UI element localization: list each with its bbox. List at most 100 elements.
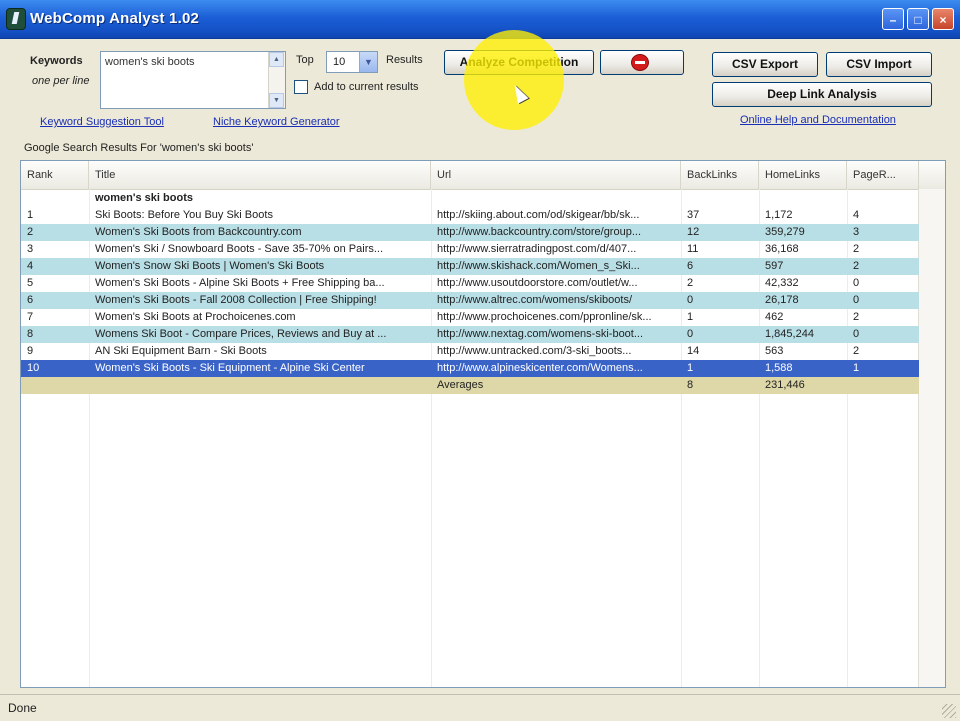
cell-title: Women's Ski Boots - Fall 2008 Collection…	[95, 294, 377, 306]
csv-import-button[interactable]: CSV Import	[826, 52, 932, 77]
column-header-backlinks[interactable]: BackLinks	[681, 161, 759, 189]
cell-backlinks: 14	[687, 345, 700, 357]
column-header-homelinks[interactable]: HomeLinks	[759, 161, 847, 189]
scroll-down-icon[interactable]: ▼	[269, 93, 284, 108]
cell-homelinks: 26,178	[765, 294, 799, 306]
niche-keyword-link[interactable]: Niche Keyword Generator	[213, 116, 340, 128]
csv-export-button[interactable]: CSV Export	[712, 52, 818, 77]
cell-pagerank: 2	[853, 345, 860, 357]
averages-homelinks: 231,446	[765, 379, 805, 391]
cell-url: http://www.altrec.com/womens/skiboots/	[437, 294, 633, 306]
title-bar[interactable]: WebComp Analyst 1.02 – □ ×	[0, 0, 960, 39]
table-row[interactable]: 5 Women's Ski Boots - Alpine Ski Boots + …	[21, 275, 919, 292]
column-header-pagerank[interactable]: PageR...	[847, 161, 919, 189]
cell-url: http://www.prochoicenes.com/ppronline/sk…	[437, 311, 652, 323]
table-row[interactable]: 1 Ski Boots: Before You Buy Ski Boots http…	[21, 207, 919, 224]
table-row[interactable]: 3 Women's Ski / Snowboard Boots - Save 35…	[21, 241, 919, 258]
table-row[interactable]: 4 Women's Snow Ski Boots | Women's Ski Bo…	[21, 258, 919, 275]
add-to-current-checkbox[interactable]	[294, 80, 308, 94]
top-label: Top	[296, 54, 314, 66]
cell-pagerank: 0	[853, 328, 860, 340]
cell-homelinks: 359,279	[765, 226, 805, 238]
cell-rank: 3	[27, 243, 34, 255]
status-text: Done	[8, 701, 37, 715]
averages-row: Averages 8 231,446	[21, 377, 919, 394]
cell-backlinks: 1	[687, 311, 694, 323]
keywords-input[interactable]: women's ski boots ▲ ▼	[100, 51, 286, 109]
table-row[interactable]: 2 Women's Ski Boots from Backcountry.com h…	[21, 224, 919, 241]
cell-title: Women's Ski / Snowboard Boots - Save 35-…	[95, 243, 384, 255]
table-row[interactable]: 10 Women's Ski Boots - Ski Equipment - Al…	[21, 360, 919, 377]
window-title: WebComp Analyst 1.02	[30, 10, 200, 27]
cell-title: Womens Ski Boot - Compare Prices, Review…	[95, 328, 387, 340]
maximize-button[interactable]: □	[907, 8, 929, 30]
close-button[interactable]: ×	[932, 8, 954, 30]
resize-grip-icon[interactable]	[942, 704, 956, 718]
chevron-down-icon[interactable]: ▼	[359, 52, 377, 72]
cell-homelinks: 462	[765, 311, 784, 323]
keywords-scrollbar[interactable]: ▲ ▼	[268, 52, 285, 108]
cell-pagerank: 1	[853, 362, 860, 374]
column-header-title[interactable]: Title	[89, 161, 431, 189]
keywords-hint: one per line	[32, 75, 90, 87]
cell-pagerank: 2	[853, 260, 860, 272]
scroll-up-icon[interactable]: ▲	[269, 52, 284, 67]
cell-backlinks: 12	[687, 226, 700, 238]
status-bar: Done	[0, 694, 960, 721]
help-link[interactable]: Online Help and Documentation	[740, 114, 896, 126]
cell-homelinks: 36,168	[765, 243, 799, 255]
cell-rank: 4	[27, 260, 34, 272]
column-header-rank[interactable]: Rank	[21, 161, 89, 189]
minimize-button[interactable]: –	[882, 8, 904, 30]
keywords-label: Keywords	[30, 55, 83, 67]
cell-url: http://www.untracked.com/3-ski_boots...	[437, 345, 632, 357]
cell-url: http://skiing.about.com/od/skigear/bb/sk…	[437, 209, 640, 221]
cell-pagerank: 3	[853, 226, 860, 238]
cell-title: Ski Boots: Before You Buy Ski Boots	[95, 209, 273, 221]
cell-title: AN Ski Equipment Barn - Ski Boots	[95, 345, 267, 357]
cell-url: http://www.backcountry.com/store/group..…	[437, 226, 641, 238]
cell-homelinks: 1,845,244	[765, 328, 814, 340]
cell-backlinks: 2	[687, 277, 694, 289]
cell-url: http://www.nextag.com/womens-ski-boot...	[437, 328, 644, 340]
cell-homelinks: 563	[765, 345, 784, 357]
averages-label: Averages	[437, 379, 484, 391]
cell-title: Women's Ski Boots - Alpine Ski Boots + F…	[95, 277, 385, 289]
group-row: women's ski boots	[21, 190, 919, 207]
table-row[interactable]: 6 Women's Ski Boots - Fall 2008 Collectio…	[21, 292, 919, 309]
results-table[interactable]: Rank Title Url BackLinks HomeLinks PageR…	[20, 160, 946, 688]
cell-rank: 6	[27, 294, 34, 306]
top-results-value: 10	[333, 56, 346, 68]
table-row[interactable]: 7 Women's Ski Boots at Prochoicenes.com ht…	[21, 309, 919, 326]
cell-url: http://www.usoutdoorstore.com/outlet/w..…	[437, 277, 638, 289]
keyword-suggestion-link[interactable]: Keyword Suggestion Tool	[40, 116, 164, 128]
cell-title: Women's Snow Ski Boots | Women's Ski Boo…	[95, 260, 325, 272]
cell-pagerank: 4	[853, 209, 860, 221]
cell-rank: 1	[27, 209, 34, 221]
averages-backlinks: 8	[687, 379, 694, 391]
cell-url: http://www.sierratradingpost.com/d/407..…	[437, 243, 637, 255]
cell-backlinks: 1	[687, 362, 694, 374]
add-to-current-label: Add to current results	[314, 81, 419, 93]
search-results-caption: Google Search Results For 'women's ski b…	[24, 142, 254, 154]
cell-pagerank: 0	[853, 294, 860, 306]
group-label: women's ski boots	[95, 192, 193, 204]
table-row[interactable]: 8 Womens Ski Boot - Compare Prices, Revie…	[21, 326, 919, 343]
table-scrollbar[interactable]	[918, 189, 945, 687]
cell-rank: 7	[27, 311, 34, 323]
cell-backlinks: 6	[687, 260, 694, 272]
stop-button[interactable]	[600, 50, 684, 75]
table-header: Rank Title Url BackLinks HomeLinks PageR…	[21, 161, 945, 190]
deep-link-analysis-button[interactable]: Deep Link Analysis	[712, 82, 932, 107]
top-results-select[interactable]: 10 ▼	[326, 51, 378, 73]
cell-homelinks: 1,172	[765, 209, 793, 221]
cell-url: http://www.skishack.com/Women_s_Ski...	[437, 260, 640, 272]
cell-backlinks: 0	[687, 328, 694, 340]
cell-rank: 10	[27, 362, 40, 374]
table-row[interactable]: 9 AN Ski Equipment Barn - Ski Boots http:/…	[21, 343, 919, 360]
cell-backlinks: 37	[687, 209, 700, 221]
column-header-url[interactable]: Url	[431, 161, 681, 189]
cell-title: Women's Ski Boots - Ski Equipment - Alpi…	[95, 362, 365, 374]
cell-rank: 5	[27, 277, 34, 289]
click-highlight	[464, 30, 564, 130]
